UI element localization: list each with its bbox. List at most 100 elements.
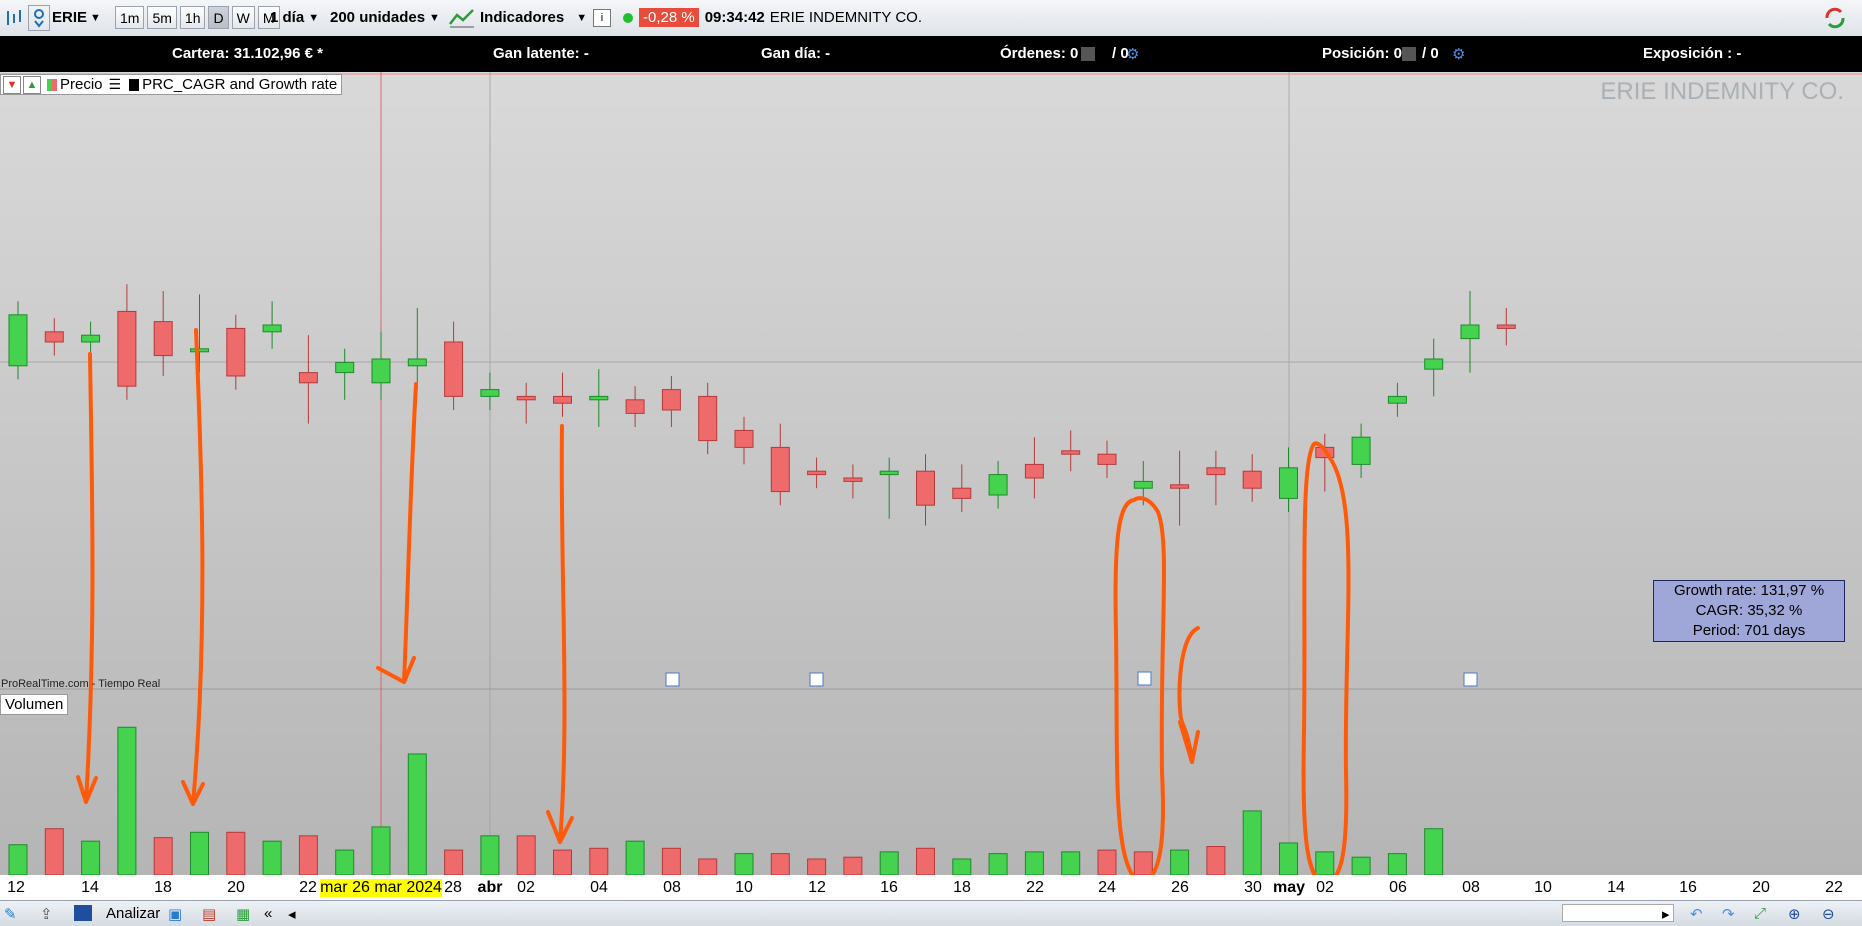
timeframe-5m[interactable]: 5m	[147, 6, 177, 29]
zoom-in-icon[interactable]: ⊕	[1788, 905, 1801, 923]
posicion-value[interactable]: Posición: 0	[1322, 45, 1402, 62]
info-icon[interactable]: i	[593, 8, 611, 27]
volume-bar	[444, 849, 464, 875]
company-name: ERIE INDEMNITY CO.	[769, 9, 922, 26]
chart-style-icon[interactable]	[3, 7, 25, 29]
x-tick: 18	[154, 879, 172, 896]
candle-body	[1061, 450, 1081, 455]
timeframe-1m[interactable]: 1m	[115, 6, 145, 29]
close-icon[interactable]	[1402, 47, 1416, 61]
change-badge: -0,28 %	[639, 8, 699, 27]
arrow-up-icon[interactable]: ▲	[23, 75, 41, 94]
candle-body	[1279, 467, 1298, 499]
candle-body	[1387, 395, 1407, 404]
undo-icon[interactable]: ↶	[1690, 905, 1703, 923]
redo-icon[interactable]: ↷	[1722, 905, 1735, 923]
x-tick: 30	[1244, 879, 1262, 896]
volume-bar	[1315, 851, 1335, 875]
chevron-down-icon: ▼	[308, 11, 320, 24]
volume-legend: Volumen	[0, 694, 69, 715]
link-icon[interactable]	[28, 4, 50, 31]
volume-bar	[371, 826, 391, 875]
x-axis: 12 14 18 20 22 mar 26 mar 2024 28 abr 02…	[0, 875, 1862, 900]
refresh-button[interactable]	[1822, 5, 1848, 30]
price-volume-chart[interactable]	[0, 72, 1862, 875]
list-icon[interactable]: ☰	[109, 76, 122, 93]
candle-body	[1097, 453, 1117, 465]
refresh-icon	[1822, 6, 1848, 30]
candle-body	[298, 372, 318, 384]
window-icon[interactable]: ▣	[168, 905, 182, 923]
collapse-icon[interactable]: «	[264, 905, 272, 922]
gear-icon[interactable]: ⚙	[1126, 45, 1139, 63]
indicator-legend-label[interactable]: PRC_CAGR and Growth rate	[142, 76, 337, 93]
autoscale-icon[interactable]: ⤢	[1754, 905, 1766, 922]
quote-area: i -0,28 % 09:34:42 ERIE INDEMNITY CO.	[593, 5, 922, 30]
timeframe-1h[interactable]: 1h	[179, 6, 206, 29]
chart-area[interactable]	[0, 72, 1862, 875]
candle-body	[335, 361, 355, 374]
timeframe-w[interactable]: W	[231, 6, 255, 29]
x-tick: 08	[663, 879, 681, 896]
volume-bar	[190, 831, 209, 875]
indicators-button[interactable]: Indicadores ▼	[448, 5, 587, 30]
exposicion-value: Exposición : -	[1643, 45, 1742, 62]
grid-icon[interactable]: ▦	[236, 905, 250, 923]
x-tick: 22	[299, 879, 317, 896]
volume-bar	[335, 849, 355, 875]
candle-body	[190, 348, 209, 353]
close-icon[interactable]	[1081, 47, 1095, 61]
gan-dia-value: Gan día: -	[761, 45, 831, 62]
period-dropdown[interactable]: 1 día ▼	[270, 5, 319, 30]
report-icon[interactable]: ▤	[202, 905, 216, 923]
candle-body	[444, 341, 464, 397]
x-tick: 10	[1534, 879, 1552, 896]
annotation-stroke	[1113, 496, 1167, 875]
scroll-right-icon[interactable]: ▸	[1662, 905, 1670, 923]
volume-bar	[1133, 851, 1153, 875]
top-toolbar: ERIE ▼ 1m 5m 1h D W M 1 día ▼ 200 unidad…	[0, 0, 1862, 37]
annotation-stroke	[76, 352, 98, 804]
x-tick: 24	[1098, 879, 1116, 896]
chevron-down-icon: ▼	[429, 11, 440, 24]
units-dropdown[interactable]: 200 unidades ▼	[330, 5, 440, 30]
units-label: 200 unidades	[330, 9, 426, 26]
volume-legend-label[interactable]: Volumen	[5, 696, 63, 713]
chevron-down-icon[interactable]: ▼	[576, 12, 587, 24]
cagr-value: CAGR: 35,32 %	[1695, 602, 1803, 619]
candle-body	[1024, 463, 1044, 479]
timeframe-buttons: 1m 5m 1h D W M	[115, 5, 283, 30]
share-icon[interactable]: ⇪	[40, 905, 53, 923]
gear-icon[interactable]: ⚙	[1452, 45, 1465, 63]
ordenes-value[interactable]: Órdenes: 0	[1000, 45, 1078, 62]
ticker-selector[interactable]: ERIE ▼	[52, 5, 101, 30]
candle-body	[117, 310, 137, 387]
scroll-left-icon[interactable]: ◂	[288, 905, 296, 923]
candle-body	[988, 474, 1008, 496]
candle-body	[1351, 436, 1371, 465]
candle-body	[1424, 358, 1444, 370]
candle-body	[952, 487, 972, 499]
volume-bar	[1061, 851, 1081, 875]
event-icon	[1463, 672, 1478, 687]
timeframe-d[interactable]: D	[208, 6, 229, 29]
x-highlight-date: mar 26 mar 2024	[320, 879, 442, 897]
arrow-down-icon[interactable]: ▼	[3, 75, 21, 94]
posicion-count: / 0	[1422, 45, 1439, 62]
zoom-out-icon[interactable]: ⊖	[1822, 905, 1835, 923]
candle-body	[661, 389, 681, 411]
volume-bar	[988, 853, 1008, 875]
volume-bar	[1351, 856, 1371, 875]
volume-bar	[44, 828, 64, 875]
candle-body	[879, 470, 899, 476]
candle-body	[153, 321, 173, 357]
chart-watermark: ERIE INDEMNITY CO.	[1600, 78, 1844, 105]
scrollbar-track[interactable]	[1562, 904, 1674, 922]
volume-bar	[1424, 828, 1444, 875]
draw-icon[interactable]: ✎	[4, 905, 17, 923]
volume-bar	[81, 840, 101, 875]
price-legend-label[interactable]: Precio	[60, 76, 103, 93]
analizar-button[interactable]: Analizar	[106, 905, 160, 922]
candle-body	[480, 389, 500, 397]
x-tick: 28	[444, 879, 462, 896]
